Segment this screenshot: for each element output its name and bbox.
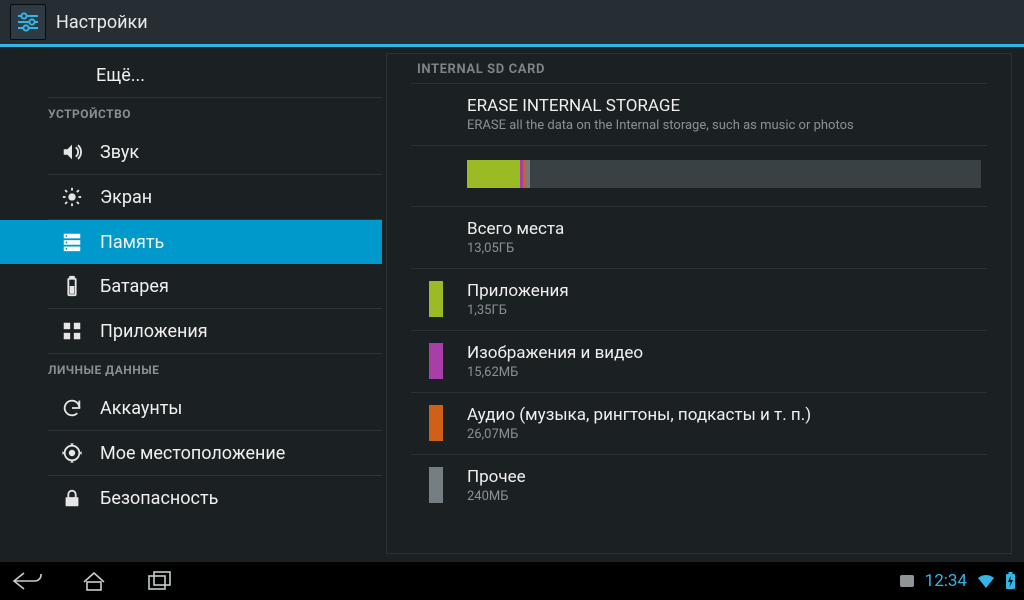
brightness-icon <box>60 185 84 209</box>
settings-nav: Ещё... УСТРОЙСТВО Звук Экран <box>0 47 382 562</box>
nav-item-security[interactable]: Безопасность <box>0 476 382 520</box>
wifi-icon <box>977 573 995 589</box>
back-button[interactable] <box>8 567 48 595</box>
status-area[interactable]: 12:34 <box>899 571 1016 591</box>
row-misc-space[interactable]: Прочее 240МБ <box>411 455 987 516</box>
nav-header-device: УСТРОЙСТВО <box>0 98 382 130</box>
recents-button[interactable] <box>140 567 180 595</box>
row-audio-space[interactable]: Аудио (музыка, рингтоны, подкасты и т. п… <box>411 393 987 455</box>
lock-icon <box>60 486 84 510</box>
swatch-apps <box>429 281 443 317</box>
app-root: Настройки Ещё... УСТРОЙСТВО Звук <box>0 0 1024 600</box>
row-sub-apps: 1,35ГБ <box>467 303 981 318</box>
settings-icon <box>10 4 46 40</box>
row-sub-total: 13,05ГБ <box>467 241 981 256</box>
row-title-misc: Прочее <box>467 467 981 487</box>
row-images-space[interactable]: Изображения и видео 15,62МБ <box>411 331 987 393</box>
nav-label-storage: Память <box>100 232 164 253</box>
row-sub-erase: ERASE all the data on the Internal stora… <box>467 118 981 133</box>
nav-item-more[interactable]: Ещё... <box>0 53 382 97</box>
main-area: Ещё... УСТРОЙСТВО Звук Экран <box>0 47 1024 562</box>
system-nav-bar: 12:34 <box>0 562 1024 600</box>
softkeys <box>8 567 180 595</box>
swatch-audio <box>429 405 443 441</box>
nav-item-storage[interactable]: Память <box>0 220 382 264</box>
nav-item-apps[interactable]: Приложения <box>0 309 382 353</box>
battery-icon <box>60 274 84 298</box>
row-sub-audio: 26,07МБ <box>467 427 981 442</box>
row-title-apps: Приложения <box>467 281 981 301</box>
nav-item-battery[interactable]: Батарея <box>0 264 382 308</box>
storage-icon <box>60 230 84 254</box>
nav-item-location[interactable]: Мое местоположение <box>0 431 382 475</box>
volume-icon <box>60 140 84 164</box>
page-title: Настройки <box>56 12 148 33</box>
row-apps-space[interactable]: Приложения 1,35ГБ <box>411 269 987 331</box>
nav-label-more: Ещё... <box>96 65 145 86</box>
section-header-internal-sd: INTERNAL SD CARD <box>411 54 987 84</box>
home-button[interactable] <box>74 567 114 595</box>
nav-label-sound: Звук <box>100 142 139 163</box>
row-sub-images: 15,62МБ <box>467 365 981 380</box>
nav-label-battery: Батарея <box>100 276 169 297</box>
nav-item-sound[interactable]: Звук <box>0 130 382 174</box>
row-title-total: Всего места <box>467 219 981 239</box>
battery-status-icon <box>1005 572 1016 590</box>
nav-label-accounts: Аккаунты <box>100 398 182 419</box>
nav-header-personal: ЛИЧНЫЕ ДАННЫЕ <box>0 354 382 386</box>
usage-bar-segment <box>467 160 520 188</box>
nav-label-display: Экран <box>100 187 152 208</box>
usage-bar-segment <box>526 160 530 188</box>
title-bar: Настройки <box>0 0 1024 44</box>
swatch-misc <box>429 467 443 503</box>
nav-label-apps: Приложения <box>100 321 208 342</box>
apps-icon <box>60 319 84 343</box>
notification-icon <box>899 573 915 589</box>
nav-label-security: Безопасность <box>100 488 218 509</box>
storage-detail-panel: INTERNAL SD CARD ERASE INTERNAL STORAGE … <box>386 53 1012 554</box>
row-title-images: Изображения и видео <box>467 343 981 363</box>
nav-item-display[interactable]: Экран <box>0 175 382 219</box>
row-erase-storage[interactable]: ERASE INTERNAL STORAGE ERASE all the dat… <box>411 84 987 146</box>
sync-icon <box>60 396 84 420</box>
storage-usage-bar-row <box>411 146 987 207</box>
location-icon <box>60 441 84 465</box>
row-sub-misc: 240МБ <box>467 489 981 504</box>
row-title-erase: ERASE INTERNAL STORAGE <box>467 96 981 116</box>
swatch-images <box>429 343 443 379</box>
nav-label-location: Мое местоположение <box>100 443 285 464</box>
clock-text: 12:34 <box>925 571 967 591</box>
row-title-audio: Аудио (музыка, рингтоны, подкасты и т. п… <box>467 405 981 425</box>
nav-item-accounts[interactable]: Аккаунты <box>0 386 382 430</box>
row-total-space[interactable]: Всего места 13,05ГБ <box>411 207 987 269</box>
storage-usage-bar <box>467 160 981 188</box>
detail-wrap: INTERNAL SD CARD ERASE INTERNAL STORAGE … <box>382 47 1024 562</box>
